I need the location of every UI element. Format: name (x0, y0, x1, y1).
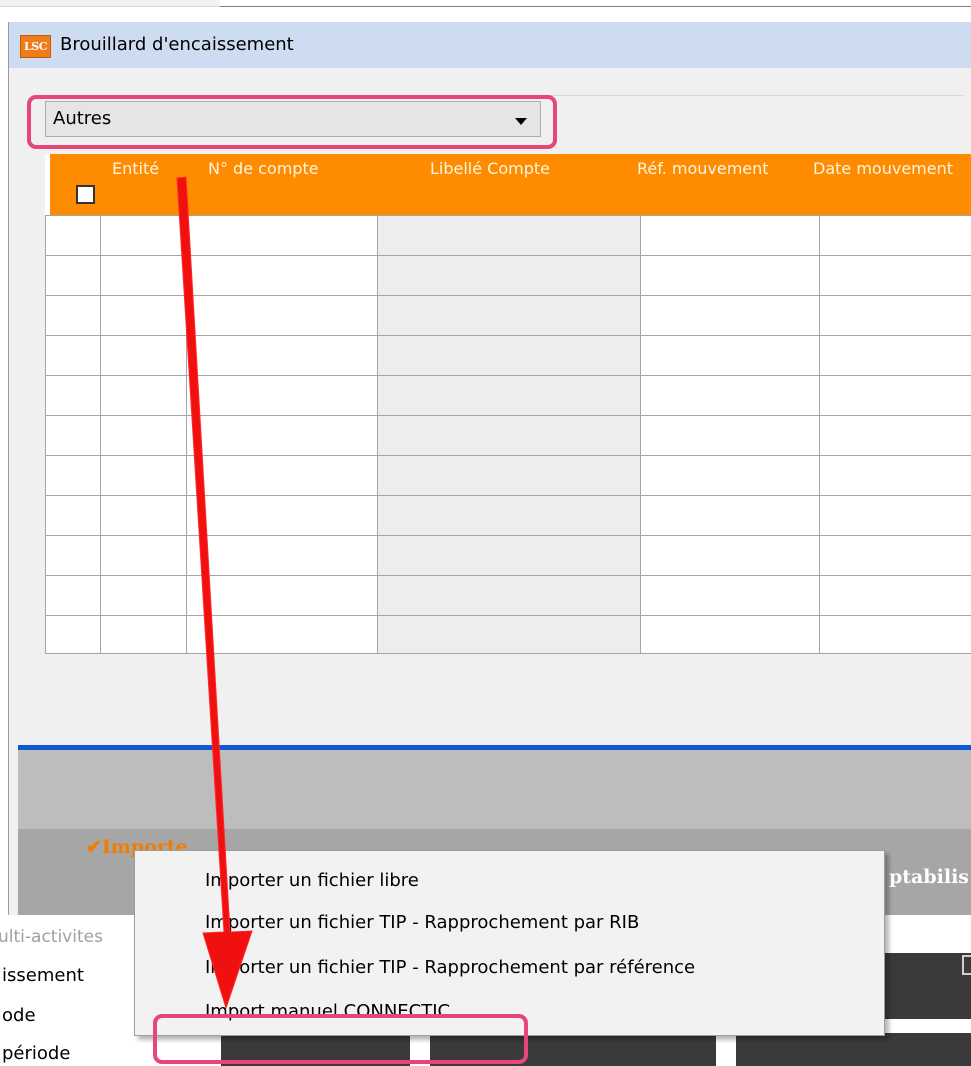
annotation-arrow (176, 176, 253, 1010)
red-arrow-shape (176, 176, 253, 1010)
